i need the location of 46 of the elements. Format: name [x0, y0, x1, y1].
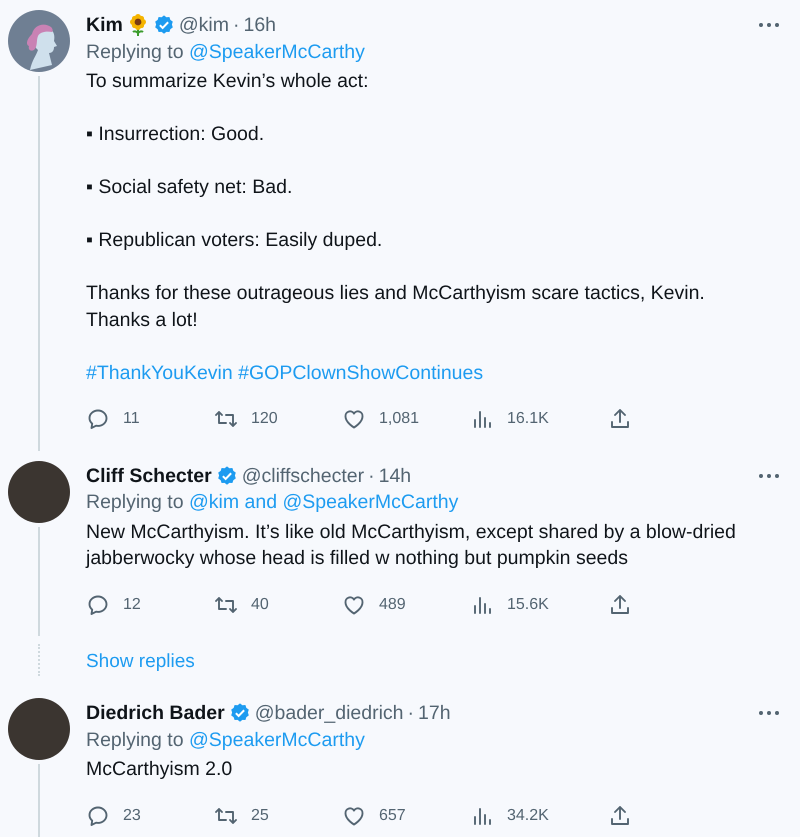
- more-icon[interactable]: [758, 710, 780, 716]
- post-time[interactable]: 14h: [378, 462, 412, 489]
- tweet-text: ▪ Republican voters: Easily duped.: [86, 228, 384, 253]
- like-count: 657: [379, 806, 406, 826]
- tweet-text: Thanks for these outrageous lies and McCarthyism scare tactics, Kevin. Thanks a lot!: [86, 281, 706, 332]
- verified-badge-icon: [228, 702, 251, 724]
- replying-to-text: Replying to @kim and @SpeakerMcCarthy: [86, 490, 460, 515]
- retweet-count: 25: [251, 806, 269, 826]
- share-icon[interactable]: [608, 804, 632, 828]
- views-count: 15.6K: [507, 594, 549, 614]
- like-count: 1,081: [379, 409, 420, 429]
- views-count: 16.1K: [507, 409, 549, 429]
- post-time[interactable]: 16h: [243, 12, 276, 38]
- tweet-text: McCarthyism 2.0: [86, 757, 234, 782]
- author-name[interactable]: Diedrich Bader: [86, 700, 225, 726]
- more-icon[interactable]: [758, 22, 780, 28]
- reply-icon[interactable]: [86, 592, 110, 617]
- author-name[interactable]: Cliff Schecter: [86, 462, 212, 489]
- retweet-count: 120: [251, 409, 278, 429]
- author-handle[interactable]: @bader_diedrich: [254, 700, 404, 726]
- reply-count: 12: [123, 594, 141, 614]
- replying-to-text: Replying to @SpeakerMcCarthy: [86, 728, 366, 752]
- verified-badge-icon: [216, 464, 238, 487]
- author-name[interactable]: Kim: [86, 12, 123, 38]
- verified-badge-icon: [152, 14, 175, 36]
- share-icon[interactable]: [608, 592, 632, 617]
- author-handle[interactable]: @cliffschecter: [242, 462, 364, 489]
- separator-dot: ·: [368, 464, 375, 488]
- tweet-text: ▪ Social safety net: Bad.: [86, 175, 294, 200]
- reply-count: 11: [123, 409, 140, 429]
- views-count: 34.2K: [507, 806, 549, 826]
- reply-icon[interactable]: [86, 407, 110, 432]
- avatar-drawing[interactable]: [8, 10, 70, 72]
- separator-dot: ·: [408, 701, 414, 726]
- separator-dot: ·: [232, 13, 240, 38]
- retweet-count: 40: [251, 594, 269, 614]
- author-handle[interactable]: @kim: [178, 12, 229, 38]
- reply-icon[interactable]: [86, 804, 110, 828]
- tweet-text: New McCarthyism. It’s like old McCarthyism, except shared by a blow-dried jabberwocky whose head is filled w nothing but pumpkin seeds: [86, 520, 737, 571]
- replying-to-text: Replying to @SpeakerMcCarthy: [86, 40, 366, 64]
- post-time[interactable]: 17h: [418, 700, 451, 726]
- tweet-text: To summarize Kevin’s whole act:: [86, 69, 370, 94]
- like-count: 489: [379, 594, 406, 614]
- reply-count: 23: [123, 806, 141, 826]
- tweet-text: ▪ Insurrection: Good.: [86, 122, 266, 147]
- more-icon[interactable]: [758, 472, 780, 479]
